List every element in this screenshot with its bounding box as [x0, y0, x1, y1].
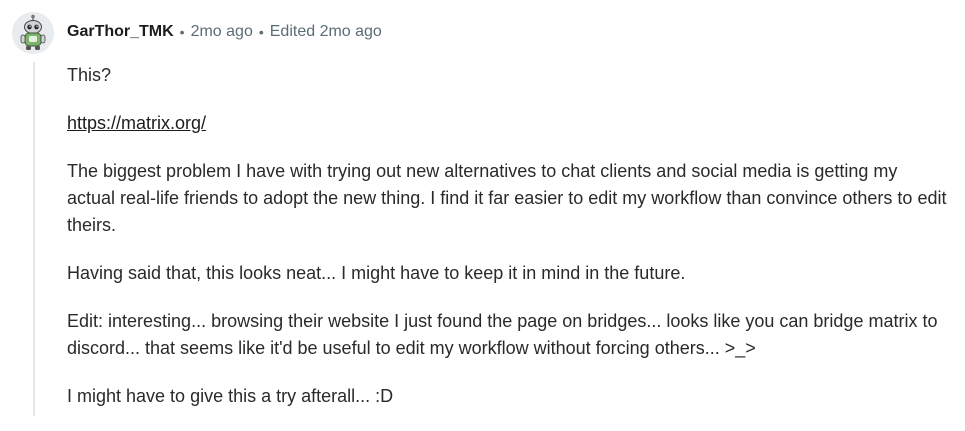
posted-time[interactable]: 2mo ago	[191, 23, 253, 41]
avatar[interactable]	[12, 12, 54, 54]
comment-body: This? https://matrix.org/ The biggest pr…	[67, 62, 947, 431]
author-username[interactable]: GarThor_TMK	[67, 23, 174, 41]
comment-header: GarThor_TMK • 2mo ago • Edited 2mo ago	[67, 21, 382, 43]
comment-paragraph: https://matrix.org/	[67, 110, 947, 137]
comment-paragraph: Edit: interesting... browsing their webs…	[67, 311, 938, 358]
snoo-robot-avatar-icon	[12, 12, 54, 54]
edited-time: Edited 2mo ago	[269, 23, 382, 40]
comment-paragraph: This?	[67, 65, 112, 85]
separator-dot: •	[179, 24, 185, 40]
comment-paragraph: I might have to give this a try afterall…	[67, 386, 394, 406]
separator-dot: •	[258, 24, 264, 40]
comment-paragraph: The biggest problem I have with trying o…	[67, 161, 947, 235]
comment-paragraph: Having said that, this looks neat... I m…	[67, 263, 686, 283]
comment: GarThor_TMK • 2mo ago • Edited 2mo ago T…	[0, 0, 965, 416]
thread-line[interactable]	[33, 62, 35, 416]
matrix-link[interactable]: https://matrix.org/	[67, 113, 206, 133]
